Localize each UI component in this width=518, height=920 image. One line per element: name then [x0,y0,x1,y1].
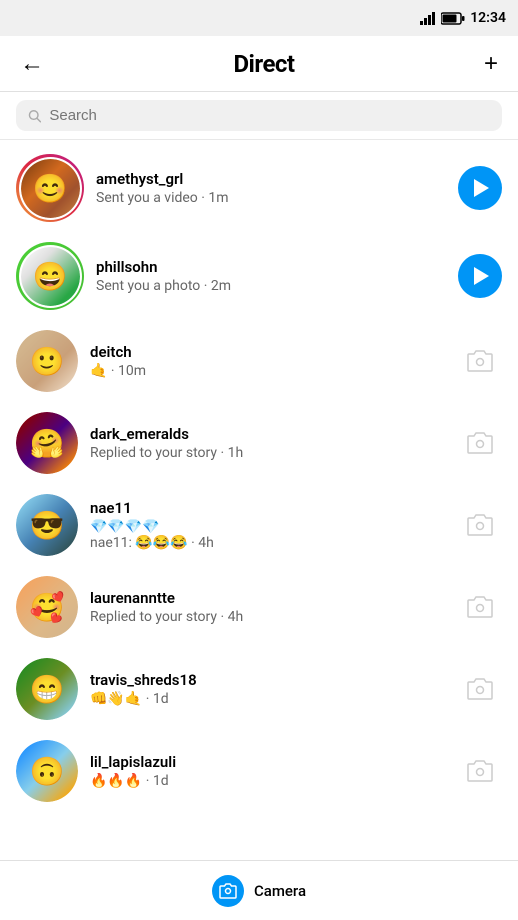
back-button[interactable]: ← [16,46,48,82]
list-item[interactable]: 😁 travis_shreds18 👊👋🤙 · 1d [0,648,518,730]
bottom-bar[interactable]: Camera [0,860,518,920]
message-username: travis_shreds18 [90,671,446,689]
avatar: 😁 [16,658,78,720]
list-item[interactable]: 🤗 dark_emeralds Replied to your story · … [0,402,518,484]
camera-icon [219,883,237,899]
avatar: 🤗 [16,412,78,474]
search-input[interactable] [49,107,490,124]
status-bar: 12:34 [0,0,518,36]
message-preview-line2: nae11: 😂😂😂 · 4h [90,535,446,551]
battery-icon [441,12,465,25]
message-info: nae11 💎💎💎💎 nae11: 😂😂😂 · 4h [90,499,446,551]
avatar: 😄 [16,242,84,310]
avatar: 😊 [16,154,84,222]
message-preview: Replied to your story · 1h [90,445,446,461]
message-info: lil_lapislazuli 🔥🔥🔥 · 1d [90,753,446,789]
search-wrapper [16,100,502,131]
message-username: amethyst_grl [96,170,446,188]
message-info: dark_emeralds Replied to your story · 1h [90,425,446,461]
message-preview-line1: 💎💎💎💎 [90,519,446,535]
add-button[interactable]: + [480,46,502,82]
search-icon [28,109,41,123]
camera-bottom-icon [212,875,244,907]
message-info: travis_shreds18 👊👋🤙 · 1d [90,671,446,707]
message-username: dark_emeralds [90,425,446,443]
avatar: 🙃 [16,740,78,802]
avatar: 🙂 [16,330,78,392]
camera-action-icon[interactable] [458,503,502,547]
list-item[interactable]: 🥰 laurenanntte Replied to your story · 4… [0,566,518,648]
message-info: amethyst_grl Sent you a video · 1m [96,170,446,206]
message-info: deitch 🤙 · 10m [90,343,446,379]
message-preview: Sent you a video · 1m [96,190,446,206]
play-button[interactable] [458,166,502,210]
message-info: laurenanntte Replied to your story · 4h [90,589,446,625]
message-username: lil_lapislazuli [90,753,446,771]
camera-label: Camera [254,882,306,900]
list-item[interactable]: 😄 phillsohn Sent you a photo · 2m [0,232,518,320]
page-title: Direct [233,50,294,78]
camera-action-icon[interactable] [458,585,502,629]
search-bar [0,92,518,139]
status-time: 12:34 [470,10,506,26]
camera-action-icon[interactable] [458,339,502,383]
header: ← Direct + [0,36,518,92]
list-item[interactable]: 🙂 deitch 🤙 · 10m [0,320,518,402]
message-info: phillsohn Sent you a photo · 2m [96,258,446,294]
message-preview: Sent you a photo · 2m [96,278,446,294]
camera-action-icon[interactable] [458,421,502,465]
status-icons: 12:34 [420,10,506,26]
avatar: 🥰 [16,576,78,638]
message-preview: 🤙 · 10m [90,363,446,379]
message-preview: 🔥🔥🔥 · 1d [90,773,446,789]
message-preview: Replied to your story · 4h [90,609,446,625]
camera-action-icon[interactable] [458,667,502,711]
signal-icon [420,11,436,25]
list-item[interactable]: 🙃 lil_lapislazuli 🔥🔥🔥 · 1d [0,730,518,812]
list-item[interactable]: 😊 amethyst_grl Sent you a video · 1m [0,144,518,232]
message-username: deitch [90,343,446,361]
message-list: 😊 amethyst_grl Sent you a video · 1m 😄 [0,144,518,812]
camera-action-icon[interactable] [458,749,502,793]
avatar: 😎 [16,494,78,556]
divider [0,139,518,140]
play-button[interactable] [458,254,502,298]
message-username: phillsohn [96,258,446,276]
message-username: laurenanntte [90,589,446,607]
message-username: nae11 [90,499,446,517]
list-item[interactable]: 😎 nae11 💎💎💎💎 nae11: 😂😂😂 · 4h [0,484,518,566]
message-preview: 👊👋🤙 · 1d [90,691,446,707]
